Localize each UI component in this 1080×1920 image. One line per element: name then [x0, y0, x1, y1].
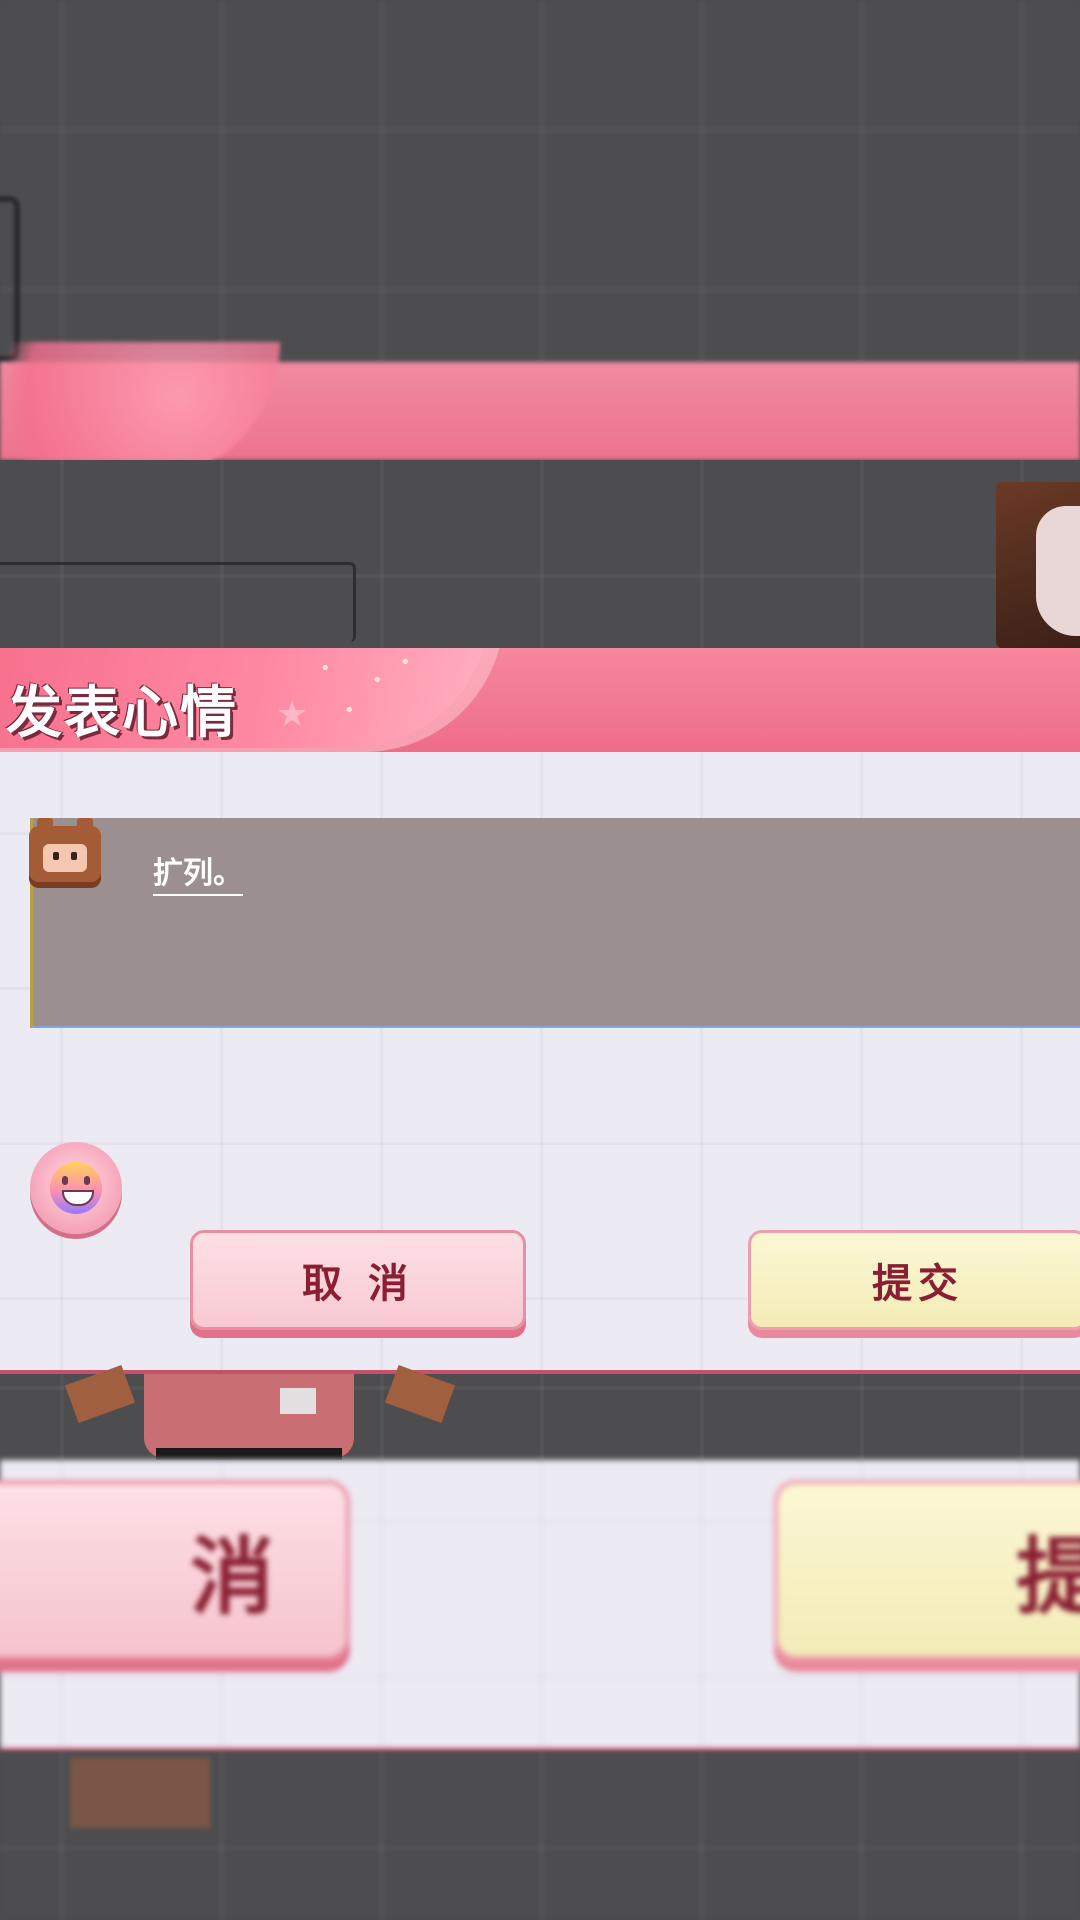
- background-scene-lower: [0, 1364, 1080, 1460]
- character-portrait: [996, 482, 1080, 648]
- zoomed-echo-panel: 消 提: [0, 1460, 1080, 1752]
- character-pants: [156, 1448, 342, 1460]
- screen: • • • • ★ 发表心情 扩列。 取 消 提交 消 提: [0, 0, 1080, 1920]
- character-arm: [64, 1364, 136, 1424]
- cancel-button[interactable]: 取 消: [190, 1230, 526, 1330]
- avatar-icon: [29, 818, 101, 888]
- character-arm: [70, 1758, 210, 1828]
- mood-input[interactable]: 扩列。: [29, 818, 1080, 1028]
- dialog-header: • • • • ★ 发表心情: [0, 648, 1080, 752]
- submit-button-echo: 提: [774, 1480, 1080, 1660]
- background-scene: [0, 0, 1080, 362]
- character-arm: [384, 1364, 456, 1424]
- cancel-button-echo: 消: [0, 1480, 350, 1660]
- submit-button[interactable]: 提交: [748, 1230, 1080, 1330]
- avatar-face: [43, 844, 87, 872]
- post-mood-dialog: • • • • ★ 发表心情 扩列。 取 消 提交: [0, 648, 1080, 1374]
- background-header-ghost: [0, 342, 1080, 482]
- emoji-smile-icon: [50, 1162, 102, 1214]
- avatar-eye: [53, 852, 59, 860]
- emoji-button[interactable]: [30, 1142, 122, 1234]
- avatar-eye: [71, 852, 77, 860]
- character-shirt: [144, 1374, 354, 1458]
- background-frame: [0, 196, 20, 362]
- sparkle-icon: •: [400, 652, 411, 673]
- star-icon: ★: [276, 694, 309, 735]
- sparkle-icon: •: [344, 700, 355, 721]
- mood-input-text[interactable]: 扩列。: [153, 848, 243, 896]
- background-scene-middle: [0, 460, 1080, 648]
- background-input-ghost: [0, 562, 356, 642]
- portrait-face: [1036, 506, 1080, 636]
- sparkle-icon: •: [320, 658, 331, 679]
- background-scene-bottom: [0, 1752, 1080, 1920]
- sparkle-icon: •: [372, 670, 383, 691]
- dialog-title: 发表心情: [6, 681, 238, 746]
- dialog-body: 扩列。 取 消 提交: [0, 752, 1080, 1374]
